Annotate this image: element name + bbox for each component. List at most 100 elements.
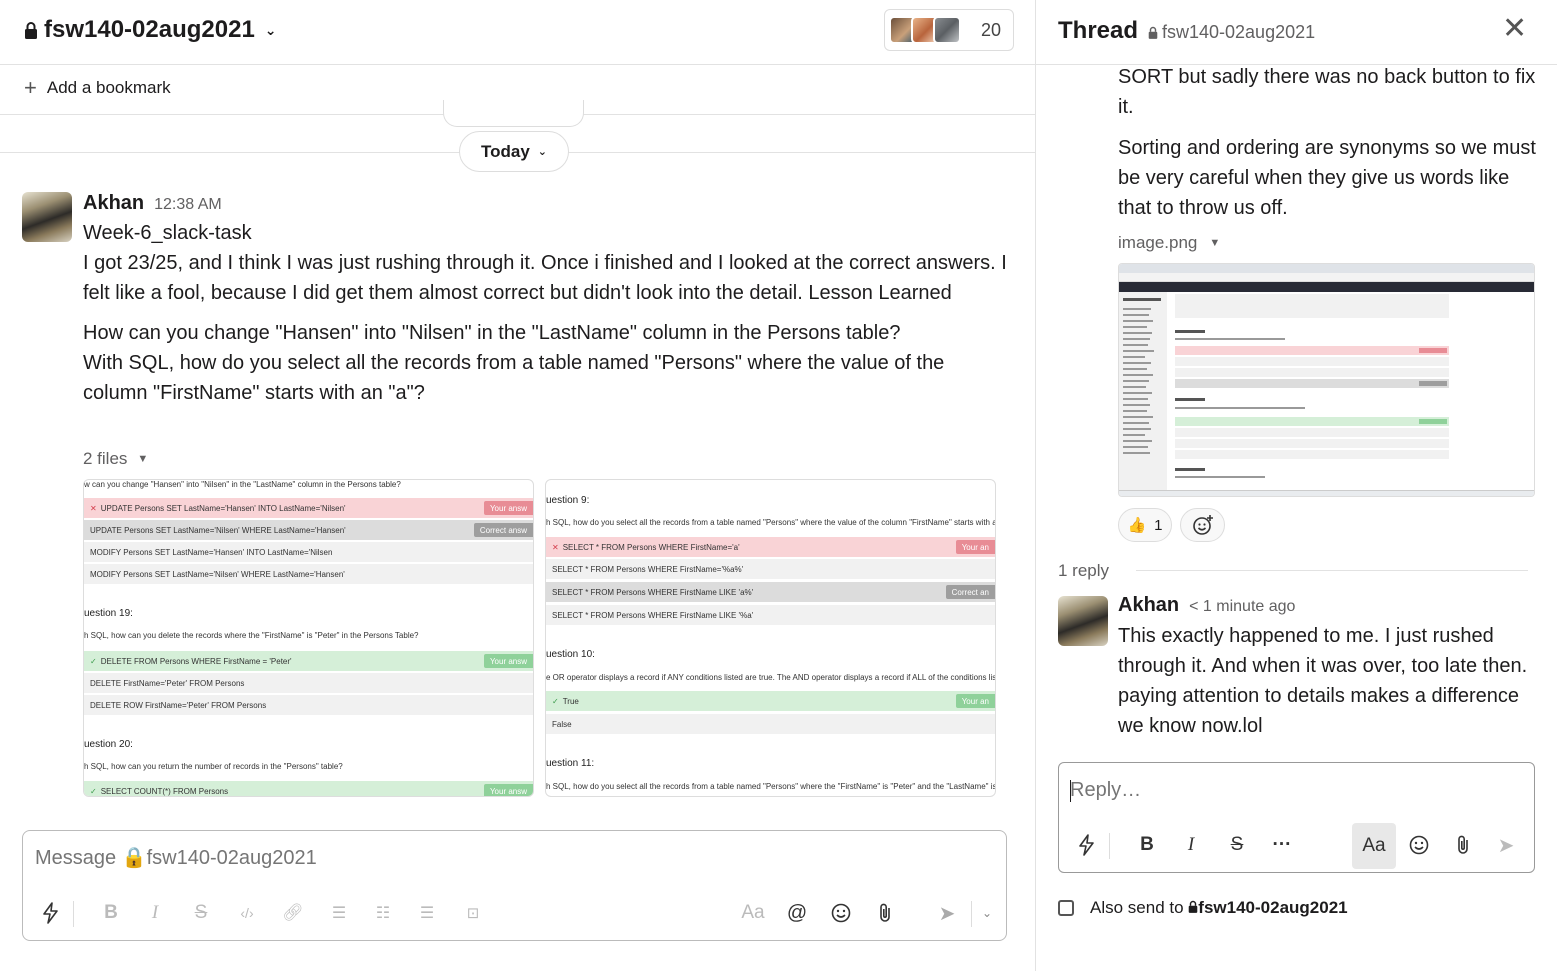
day-divider-label: Today [480,141,530,161]
lock-icon [25,22,37,39]
answer-option: MODIFY Persons SET LastName='Hansen' INT… [84,542,533,562]
channel-header: fsw140-02aug2021 ⌄ 20 [0,0,1035,65]
avatar [933,16,961,44]
image-attachment[interactable]: w can you change "Hansen" into "Nilsen" … [83,479,534,797]
site-sidebar [1119,292,1167,490]
answer-option: SELECT * FROM Persons WHERE FirstName='%… [546,559,995,579]
blockquote-icon[interactable]: ☰ [413,899,441,927]
message-paragraph: I got 23/25, and I think I was just rush… [83,252,1007,304]
message-composer: B I S ‹/› 🔗︎ ☰ ☷ ☰ ⊡ Aa @ ➤ ⌄ [22,830,1007,941]
question-heading: uestion 19: [84,608,133,619]
ordered-list-icon[interactable]: ☰ [325,899,353,927]
files-label: 2 files [83,449,128,468]
thread-channel-name: fsw140-02aug2021 [1162,22,1316,42]
message-text: Week-6_slack-task I got 23/25, and I thi… [83,218,1008,408]
reply-author[interactable]: Akhan [1118,594,1179,617]
attachment-icon[interactable] [871,899,899,927]
message-author[interactable]: Akhan [83,192,144,215]
question-text: h SQL, how can you delete the records wh… [84,631,419,640]
strikethrough-icon[interactable]: S [187,899,215,927]
reply-text: This exactly happened to me. I just rush… [1118,625,1528,737]
add-reaction-icon[interactable] [1180,508,1225,542]
browser-address-bar [1119,273,1534,282]
also-send-checkbox[interactable] [1058,900,1074,916]
avatar[interactable] [22,192,72,242]
message-time[interactable]: 12:38 AM [154,196,222,214]
plus-icon: + [24,75,37,100]
question-text: w can you change "Hansen" into "Nilsen" … [84,480,401,489]
file-toggle[interactable]: image.png ▼ [1118,233,1220,253]
italic-icon[interactable]: I [1177,831,1205,859]
code-icon[interactable]: ‹/› [233,899,261,927]
avatar[interactable] [1058,596,1108,646]
answer-option: MODIFY Persons SET LastName='Nilsen' WHE… [84,564,533,584]
question-text: h SQL, how can you return the number of … [84,762,343,771]
send-icon[interactable]: ➤ [1492,831,1520,859]
reply-count: 1 reply [1058,561,1110,580]
reply-composer: B I S ··· Aa ➤ [1058,762,1535,873]
thumbs-up-icon: 👍 [1127,517,1147,534]
caret-down-icon: ▼ [137,453,149,465]
italic-icon[interactable]: I [141,899,169,927]
browser-tab-bar [1119,264,1534,273]
code-block-icon[interactable]: ⊡ [459,899,487,927]
emoji-icon[interactable] [1405,831,1433,859]
image-attachment[interactable]: uestion 9: h SQL, how do you select all … [545,479,996,797]
files-toggle[interactable]: 2 files ▼ [83,449,148,469]
chevron-down-icon: ⌄ [264,21,277,38]
member-avatars [889,16,961,44]
question-heading: uestion 10: [546,649,595,660]
shortcuts-icon[interactable] [37,899,65,927]
more-icon[interactable]: ··· [1268,831,1296,859]
question-heading: uestion 9: [546,495,590,506]
thread-channel-link[interactable]: fsw140-02aug2021 [1148,22,1315,43]
add-bookmark-button[interactable]: + Add a bookmark [24,75,171,100]
also-send-channel: fsw140-02aug2021 [1198,898,1348,917]
channel-name: fsw140-02aug2021 [44,16,255,43]
previous-day-divider[interactable] [443,100,584,127]
formatting-toggle[interactable]: Aa [739,899,767,927]
caret-down-icon: ▼ [1209,237,1221,249]
message-meta: Akhan 12:38 AM [83,192,1008,214]
answer-option: False [546,714,995,734]
also-send-label: Also send to [1090,898,1184,917]
lock-icon [1148,26,1158,39]
reply-input[interactable] [1070,779,1510,802]
bulleted-list-icon[interactable]: ☷ [369,899,397,927]
attachment-icon[interactable] [1449,831,1477,859]
thread-title: Thread [1058,17,1139,44]
answer-option: UPDATE Persons SET LastName='Nilsen' WHE… [84,520,533,540]
channel-title-button[interactable]: fsw140-02aug2021 ⌄ [24,16,277,44]
member-list-button[interactable]: 20 [884,9,1014,51]
chevron-down-icon: ⌄ [537,146,548,158]
link-icon[interactable]: 🔗︎ [279,899,307,927]
answer-option: ✓ DELETE FROM Persons WHERE FirstName = … [84,651,533,671]
bold-icon[interactable]: B [1133,831,1161,859]
bold-icon[interactable]: B [97,899,125,927]
formatting-toggle[interactable]: Aa [1352,823,1396,869]
reply-meta: Akhan < 1 minute ago [1118,594,1295,617]
add-bookmark-label: Add a bookmark [46,78,171,97]
close-icon[interactable]: ✕ [1502,14,1527,44]
send-icon[interactable]: ➤ [933,899,961,927]
toolbar-divider [73,901,74,927]
shortcuts-icon[interactable] [1073,831,1101,859]
answer-option: ✓ True Your an [546,691,995,711]
image-attachment[interactable] [1118,263,1535,497]
question-heading: uestion 20: [84,739,133,750]
thread-message-text: Sorting and ordering are synonyms so we … [1118,137,1536,219]
mention-icon[interactable]: @ [783,899,811,927]
thread-pane: Thread fsw140-02aug2021 ✕ SORT but sadly… [1036,0,1557,971]
question-text: e OR operator displays a record if ANY c… [546,673,996,682]
reaction-thumbs-up[interactable]: 👍 1 [1118,508,1172,542]
answer-option: DELETE ROW FirstName='Peter' FROM Person… [84,695,533,715]
day-divider-today[interactable]: Today ⌄ [459,131,569,172]
message-input[interactable] [35,847,935,870]
answer-option: SELECT * FROM Persons WHERE FirstName LI… [546,582,995,602]
reply-time[interactable]: < 1 minute ago [1189,598,1295,616]
emoji-icon[interactable] [827,899,855,927]
taskbar [1119,490,1534,496]
thread-header: Thread fsw140-02aug2021 ✕ [1036,0,1557,65]
strikethrough-icon[interactable]: S [1223,831,1251,859]
send-options-chevron-icon[interactable]: ⌄ [973,899,1001,927]
